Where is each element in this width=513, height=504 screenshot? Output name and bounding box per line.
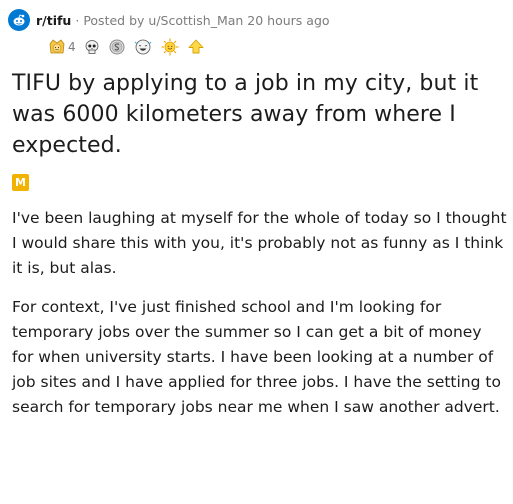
skull-award-icon [85, 40, 99, 54]
award-laughing[interactable] [133, 38, 153, 56]
subreddit-icon[interactable] [8, 9, 30, 31]
posted-by-label: Posted by [83, 12, 145, 28]
silver-award-icon [109, 39, 125, 55]
meta-separator: · [75, 12, 80, 28]
post-paragraph: I've been laughing at myself for the who… [12, 209, 507, 277]
award-silver[interactable] [108, 38, 126, 56]
subreddit-link[interactable]: r/tifu [36, 13, 71, 28]
award-wholesome[interactable]: 4 [48, 38, 76, 56]
upvote-award-icon [188, 39, 204, 54]
post-meta: r/tifu · Posted by u/Scottish_Man 20 hou… [8, 6, 503, 34]
post-title[interactable]: TIFU by applying to a job in my city, bu… [12, 68, 502, 161]
award-skull[interactable] [83, 38, 101, 56]
award-upvote[interactable] [187, 38, 205, 56]
post-time: 20 hours ago [247, 12, 330, 28]
wholesome-award-icon [49, 39, 65, 54]
awards-row: 4 [48, 36, 503, 58]
award-count: 4 [68, 40, 76, 54]
tifu-logo-icon [13, 14, 25, 26]
post-body: I've been laughing at myself for the who… [12, 206, 507, 420]
author-link[interactable]: u/Scottish_Man [148, 13, 243, 28]
award-sun[interactable] [160, 38, 180, 56]
laughing-face-award-icon [134, 39, 151, 55]
post: r/tifu · Posted by u/Scottish_Man 20 hou… [0, 0, 513, 504]
sun-face-award-icon [161, 38, 179, 56]
post-flair[interactable]: M [12, 174, 29, 191]
post-paragraph: For context, I've just finished school a… [12, 298, 501, 416]
